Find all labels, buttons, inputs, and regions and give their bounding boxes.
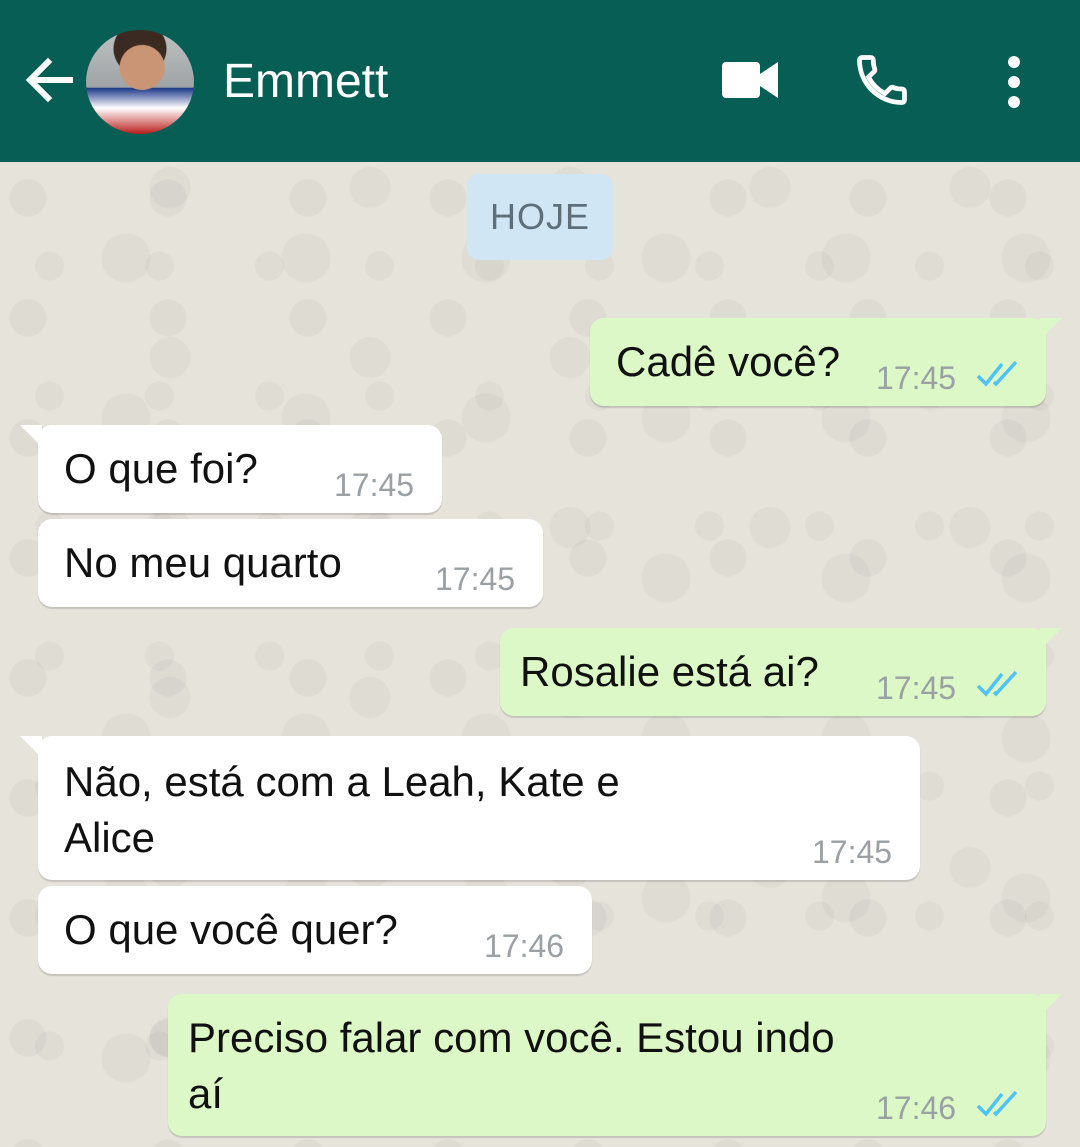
more-vert-icon[interactable]	[998, 52, 1030, 112]
phone-icon[interactable]	[850, 50, 914, 110]
message-bubble-outgoing[interactable]: Rosalie está ai? 17:45	[500, 628, 1062, 716]
double-check-icon	[976, 360, 1018, 387]
message-bubble-outgoing[interactable]: Preciso falar com você. Estou indo aí 17…	[168, 994, 1062, 1136]
message-time: 17:46	[484, 928, 565, 964]
date-divider: HOJE	[467, 174, 613, 260]
bubble-tail	[20, 736, 42, 758]
message-time: 17:45	[876, 360, 957, 396]
message-text: O que foi?	[64, 445, 258, 492]
bubble-tail	[1040, 994, 1062, 1016]
message-text: No meu quarto	[64, 539, 342, 586]
back-arrow-icon[interactable]	[22, 52, 78, 108]
message-text-line: Não, está com a Leah, Kate e	[64, 758, 620, 805]
message-text: Preciso falar com você. Estou indo aí	[188, 1010, 835, 1122]
message-text: Cadê você?	[616, 338, 841, 385]
message-text: Rosalie está ai?	[520, 648, 819, 695]
message-bubble-incoming[interactable]: Não, está com a Leah, Kate e Alice 17:45	[20, 736, 920, 880]
message-time: 17:46	[876, 1090, 957, 1126]
message-time: 17:45	[334, 467, 415, 503]
video-call-icon[interactable]	[720, 56, 780, 104]
double-check-icon	[976, 1090, 1018, 1117]
message-text: O que você quer?	[64, 906, 398, 953]
chat-header: Emmett	[0, 0, 1080, 162]
message-bubble-outgoing[interactable]: Cadê você? 17:45	[590, 318, 1062, 406]
avatar[interactable]	[86, 30, 194, 134]
bubble-tail	[20, 425, 42, 447]
message-time: 17:45	[876, 670, 957, 706]
message-bubble-incoming[interactable]: O que você quer? 17:46	[38, 886, 592, 974]
bubble-tail	[1040, 628, 1062, 650]
message-time: 17:45	[812, 834, 893, 870]
message-bubble-incoming[interactable]: O que foi? 17:45	[20, 425, 442, 513]
message-text: Não, está com a Leah, Kate e Alice	[64, 754, 620, 866]
bubble-tail	[1040, 318, 1062, 340]
double-check-icon	[976, 670, 1018, 697]
contact-name[interactable]: Emmett	[223, 54, 388, 109]
message-text-line: Preciso falar com você. Estou indo	[188, 1014, 835, 1061]
message-time: 17:45	[435, 561, 516, 597]
message-text-line: aí	[188, 1070, 224, 1117]
message-text-line: Alice	[64, 814, 156, 861]
message-bubble-incoming[interactable]: No meu quarto 17:45	[38, 519, 543, 607]
